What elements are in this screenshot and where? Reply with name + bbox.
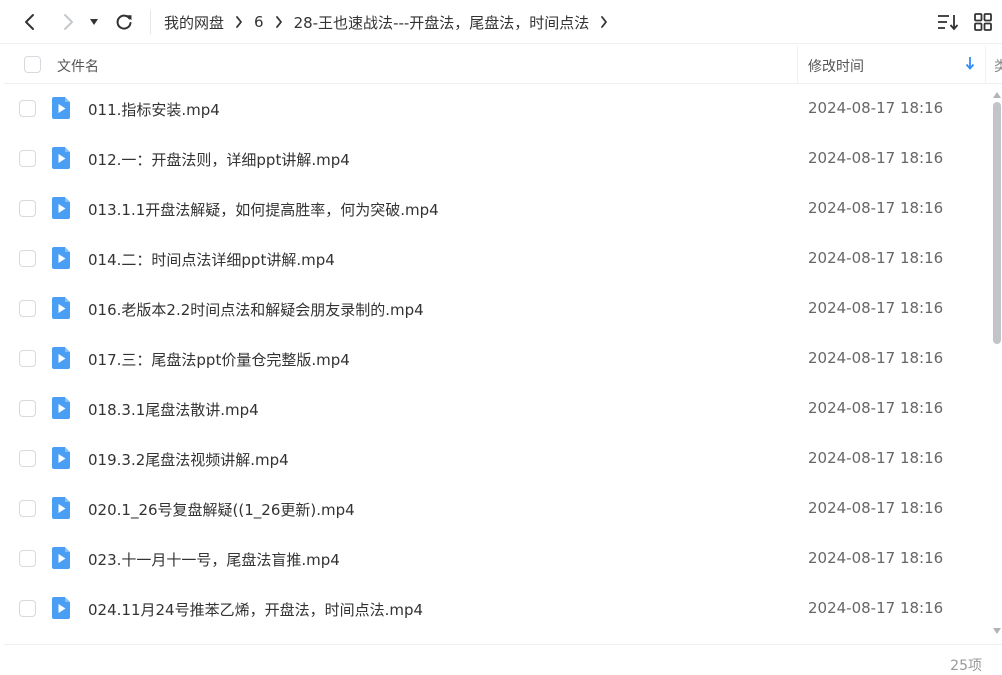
history-dropdown-button[interactable] bbox=[84, 8, 104, 36]
file-name[interactable]: 019.3.2尾盘法视频讲解.mp4 bbox=[88, 449, 289, 470]
file-modified-time: 2024-08-17 18:16 bbox=[808, 549, 944, 567]
grid-view-button[interactable] bbox=[971, 10, 995, 34]
video-file-icon bbox=[50, 396, 74, 420]
video-file-icon bbox=[50, 496, 74, 520]
video-file-icon bbox=[50, 296, 74, 320]
row-checkbox[interactable] bbox=[19, 350, 36, 367]
chevron-right-icon bbox=[64, 14, 73, 30]
file-modified-time: 2024-08-17 18:16 bbox=[808, 99, 944, 117]
file-row[interactable]: 024.11月24号推苯乙烯，开盘法，时间点法.mp4 2024-08-17 18… bbox=[4, 584, 992, 634]
file-row[interactable]: 020.1_26号复盘解疑((1_26更新).mp4 2024-08-17 18:… bbox=[4, 484, 992, 534]
column-header-type[interactable]: 类 bbox=[994, 56, 1002, 76]
chevron-right-icon bbox=[275, 16, 283, 28]
file-modified-time: 2024-08-17 18:16 bbox=[808, 149, 944, 167]
row-checkbox[interactable] bbox=[19, 400, 36, 417]
row-checkbox[interactable] bbox=[19, 550, 36, 567]
column-divider bbox=[985, 46, 986, 84]
video-file-icon bbox=[50, 146, 74, 170]
list-header: 文件名 修改时间 类 bbox=[4, 46, 1002, 84]
file-modified-time: 2024-08-17 18:16 bbox=[808, 499, 944, 517]
forward-button[interactable] bbox=[54, 8, 82, 36]
chevron-left-icon bbox=[25, 14, 34, 30]
video-file-icon bbox=[50, 96, 74, 120]
video-file-icon bbox=[50, 246, 74, 270]
refresh-button[interactable] bbox=[110, 8, 138, 36]
sort-button[interactable] bbox=[936, 10, 960, 34]
file-name[interactable]: 011.指标安装.mp4 bbox=[88, 99, 220, 120]
row-checkbox[interactable] bbox=[19, 450, 36, 467]
scrollbar[interactable] bbox=[992, 88, 1002, 638]
sort-descending-icon[interactable] bbox=[965, 56, 975, 74]
file-row[interactable]: 013.1.1开盘法解疑，如何提高胜率，何为突破.mp4 2024-08-17 1… bbox=[4, 184, 992, 234]
row-checkbox[interactable] bbox=[19, 600, 36, 617]
file-row[interactable]: 019.3.2尾盘法视频讲解.mp4 2024-08-17 18:16 bbox=[4, 434, 992, 484]
column-header-name[interactable]: 文件名 bbox=[57, 56, 99, 76]
file-name[interactable]: 012.一：开盘法则，详细ppt讲解.mp4 bbox=[88, 149, 350, 170]
breadcrumb-item-root[interactable]: 我的网盘 bbox=[164, 12, 224, 33]
file-name[interactable]: 024.11月24号推苯乙烯，开盘法，时间点法.mp4 bbox=[88, 599, 423, 620]
file-modified-time: 2024-08-17 18:16 bbox=[808, 299, 944, 317]
column-divider bbox=[797, 46, 798, 84]
file-name[interactable]: 016.老版本2.2时间点法和解疑会朋友录制的.mp4 bbox=[88, 299, 424, 320]
row-checkbox[interactable] bbox=[19, 250, 36, 267]
scrollbar-thumb[interactable] bbox=[993, 102, 1001, 344]
file-name[interactable]: 023.十一月十一号，尾盘法盲推.mp4 bbox=[88, 549, 340, 570]
file-modified-time: 2024-08-17 18:16 bbox=[808, 199, 944, 217]
file-row[interactable]: 014.二：时间点法详细ppt讲解.mp4 2024-08-17 18:16 bbox=[4, 234, 992, 284]
row-checkbox[interactable] bbox=[19, 500, 36, 517]
file-name[interactable]: 014.二：时间点法详细ppt讲解.mp4 bbox=[88, 249, 335, 270]
file-row[interactable]: 012.一：开盘法则，详细ppt讲解.mp4 2024-08-17 18:16 bbox=[4, 134, 992, 184]
chevron-right-icon[interactable] bbox=[600, 16, 608, 28]
file-row[interactable]: 016.老版本2.2时间点法和解疑会朋友录制的.mp4 2024-08-17 18… bbox=[4, 284, 992, 334]
file-name[interactable]: 017.三：尾盘法ppt价量仓完整版.mp4 bbox=[88, 349, 350, 370]
video-file-icon bbox=[50, 196, 74, 220]
file-modified-time: 2024-08-17 18:16 bbox=[808, 249, 944, 267]
file-row[interactable]: 023.十一月十一号，尾盘法盲推.mp4 2024-08-17 18:16 bbox=[4, 534, 992, 584]
caret-down-icon bbox=[90, 19, 98, 25]
file-modified-time: 2024-08-17 18:16 bbox=[808, 449, 944, 467]
breadcrumb: 我的网盘 6 28-王也速战法---开盘法，尾盘法，时间点法 bbox=[164, 0, 619, 44]
row-checkbox[interactable] bbox=[19, 150, 36, 167]
chevron-right-icon bbox=[235, 16, 243, 28]
video-file-icon bbox=[50, 446, 74, 470]
column-header-modified[interactable]: 修改时间 bbox=[808, 56, 864, 76]
grid-view-icon bbox=[974, 13, 992, 31]
row-checkbox[interactable] bbox=[19, 100, 36, 117]
video-file-icon bbox=[50, 346, 74, 370]
breadcrumb-item-current[interactable]: 28-王也速战法---开盘法，尾盘法，时间点法 bbox=[294, 12, 590, 33]
file-row[interactable]: 011.指标安装.mp4 2024-08-17 18:16 bbox=[4, 84, 992, 134]
scroll-down-arrow-icon[interactable] bbox=[993, 628, 1001, 634]
back-button[interactable] bbox=[16, 8, 44, 36]
status-bar: 25项 bbox=[4, 644, 1002, 675]
video-file-icon bbox=[50, 596, 74, 620]
scroll-up-arrow-icon[interactable] bbox=[993, 92, 1001, 98]
file-row[interactable]: 017.三：尾盘法ppt价量仓完整版.mp4 2024-08-17 18:16 bbox=[4, 334, 992, 384]
file-name[interactable]: 020.1_26号复盘解疑((1_26更新).mp4 bbox=[88, 499, 355, 520]
refresh-icon bbox=[116, 14, 132, 30]
select-all-checkbox[interactable] bbox=[24, 56, 41, 73]
toolbar-separator bbox=[150, 10, 151, 34]
item-count: 25项 bbox=[950, 658, 982, 674]
file-modified-time: 2024-08-17 18:16 bbox=[808, 599, 944, 617]
row-checkbox[interactable] bbox=[19, 300, 36, 317]
video-file-icon bbox=[50, 546, 74, 570]
file-row[interactable]: 018.3.1尾盘法散讲.mp4 2024-08-17 18:16 bbox=[4, 384, 992, 434]
toolbar: 我的网盘 6 28-王也速战法---开盘法，尾盘法，时间点法 bbox=[0, 0, 1002, 44]
file-modified-time: 2024-08-17 18:16 bbox=[808, 349, 944, 367]
file-modified-time: 2024-08-17 18:16 bbox=[808, 399, 944, 417]
sort-list-icon bbox=[938, 15, 959, 31]
row-checkbox[interactable] bbox=[19, 200, 36, 217]
breadcrumb-item-folder[interactable]: 6 bbox=[254, 13, 264, 31]
file-list: 011.指标安装.mp4 2024-08-17 18:16 012.一：开盘法则，详… bbox=[4, 84, 992, 644]
file-name[interactable]: 018.3.1尾盘法散讲.mp4 bbox=[88, 399, 259, 420]
file-name[interactable]: 013.1.1开盘法解疑，如何提高胜率，何为突破.mp4 bbox=[88, 199, 439, 220]
